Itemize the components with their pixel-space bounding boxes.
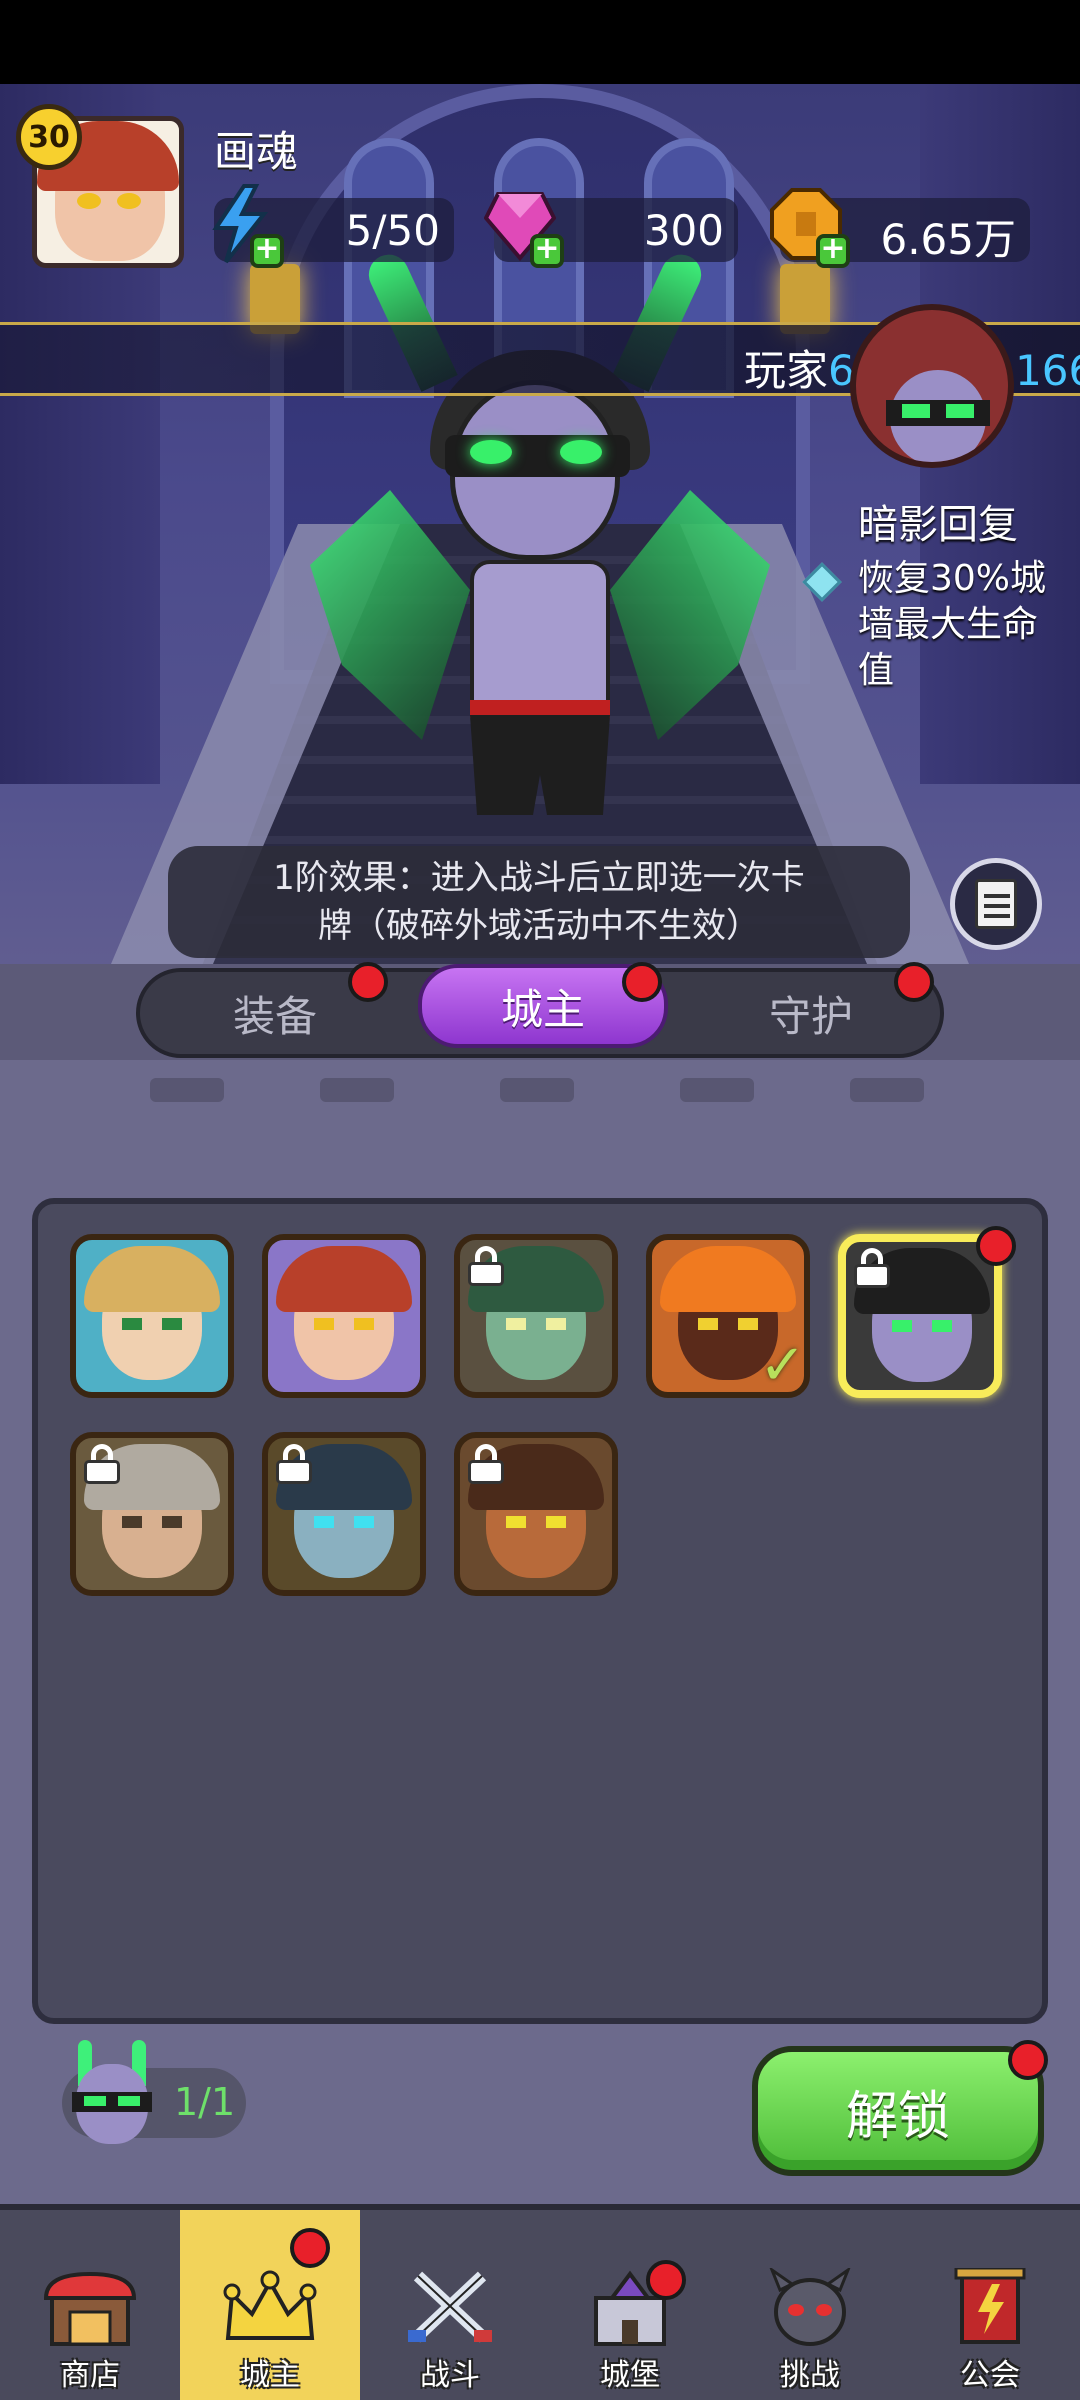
nav-lord-badge — [290, 2228, 330, 2268]
nav-castle[interactable]: 城堡 — [540, 2210, 720, 2400]
gold-value: 6.65万 — [880, 215, 1016, 264]
energy-counter[interactable]: + 5/50 — [212, 184, 454, 268]
crenel — [150, 1078, 224, 1102]
nav-label: 挑战 — [780, 2358, 840, 2393]
nav-guild[interactable]: 公会 — [900, 2210, 1080, 2400]
lock-icon — [468, 1246, 504, 1286]
status-bar — [0, 0, 1080, 84]
nav-label: 战斗 — [420, 2358, 480, 2393]
nav-shop[interactable]: 商店 — [0, 2210, 180, 2400]
player-name: 画魂 — [214, 127, 299, 176]
skill-eyes — [902, 404, 974, 418]
nav-label: 城堡 — [600, 2358, 660, 2393]
lord-hair — [84, 1246, 220, 1312]
lock-icon — [854, 1248, 890, 1288]
tier-effect-box: 1阶效果：进入战斗后立即选一次卡 牌（破碎外域活动中不生效） — [168, 846, 910, 958]
hero-pants — [470, 715, 610, 815]
hero-eye-right — [560, 440, 602, 464]
nav-castle-badge — [646, 2260, 686, 2300]
swords-icon — [408, 2271, 492, 2343]
checkmark-icon: ✓ — [759, 1333, 806, 1398]
skeleton-king-lord-card[interactable] — [262, 1432, 426, 1596]
banner-prefix: 玩家 — [744, 346, 829, 395]
lord-eyes — [698, 1318, 758, 1330]
effect-line-1: 1阶效果：进入战斗后立即选一次卡 — [273, 858, 805, 898]
demon-hunter-lord-card[interactable] — [838, 1234, 1002, 1398]
owned-count-text: 1/1 — [174, 2080, 236, 2124]
warglaive-right — [610, 490, 770, 740]
hero-eye-left — [470, 440, 512, 464]
scroll-icon[interactable] — [950, 858, 1042, 950]
blonde-elf-lord-card[interactable] — [70, 1234, 234, 1398]
scroll-paper — [975, 879, 1017, 929]
gem-value: 300 — [643, 206, 724, 255]
lord-hair — [276, 1246, 412, 1312]
add-gold-button[interactable]: + — [816, 234, 850, 268]
unlock-button[interactable]: 解锁 — [752, 2046, 1044, 2176]
guild-banner-icon — [954, 2268, 1026, 2344]
crenel — [500, 1078, 574, 1102]
lord-eyes — [892, 1320, 952, 1332]
lord-new-badge — [976, 1226, 1016, 1266]
warglaive-left — [310, 490, 470, 740]
green-hair-druid-lord-card[interactable] — [454, 1234, 618, 1398]
energy-value: 5/50 — [345, 206, 440, 255]
lord-badge — [622, 962, 662, 1002]
lord-eyes — [506, 1318, 566, 1330]
lord-hair — [660, 1246, 796, 1312]
lock-icon — [468, 1444, 504, 1484]
unlock-badge — [1008, 2040, 1048, 2080]
crenel — [850, 1078, 924, 1102]
gem-counter[interactable]: + 300 — [484, 192, 738, 268]
bottom-navigation: 商店 城主 战斗 城堡 挑战 公会 — [0, 2204, 1080, 2400]
guard-badge — [894, 962, 934, 1002]
nav-label: 公会 — [960, 2358, 1020, 2393]
lock-icon — [84, 1444, 120, 1484]
crown-icon — [223, 2270, 317, 2340]
lord-eyes — [122, 1318, 182, 1330]
hero-torso — [470, 560, 610, 720]
lock-icon — [276, 1444, 312, 1484]
tab-guard[interactable]: 守护 — [696, 972, 926, 1054]
add-gems-button[interactable]: + — [530, 234, 564, 268]
owned-lord-avatar — [62, 2040, 162, 2150]
nav-label: 商店 — [60, 2358, 120, 2393]
lord-eyes — [506, 1516, 566, 1528]
crenel — [320, 1078, 394, 1102]
old-paladin-lord-card[interactable] — [70, 1432, 234, 1596]
gold-counter[interactable]: + 6.65万 — [770, 188, 1030, 268]
effect-line-2: 牌（破碎外域活动中不生效） — [318, 906, 760, 946]
avatar-eye — [77, 193, 101, 209]
add-energy-button[interactable]: + — [250, 234, 284, 268]
shop-icon — [43, 2271, 137, 2346]
nav-lord[interactable]: 城主 — [180, 2210, 360, 2400]
level-badge: 30 — [16, 104, 82, 170]
category-tabs: 装备 城主 守护 — [136, 964, 944, 1058]
lord-eyes — [314, 1516, 374, 1528]
redhair-elf-lord-card[interactable] — [262, 1234, 426, 1398]
skill-title: 暗影回复 — [858, 502, 1018, 548]
lord-eyes — [122, 1516, 182, 1528]
avatar-eye — [117, 193, 141, 209]
skill-portrait[interactable] — [850, 304, 1014, 468]
eyes — [84, 2096, 140, 2106]
nav-label: 城主 — [240, 2358, 300, 2393]
skill-description: 恢复30%城墙最大生命值 — [858, 558, 1047, 691]
demon-mask-icon — [769, 2268, 851, 2346]
crenel — [680, 1078, 754, 1102]
orc-warrior-lord-card[interactable] — [454, 1432, 618, 1596]
fire-demon-lord-card[interactable]: ✓ — [646, 1234, 810, 1398]
nav-battle[interactable]: 战斗 — [360, 2210, 540, 2400]
equipment-badge — [348, 962, 388, 1002]
lord-eyes — [314, 1318, 374, 1330]
owned-count-pill: 1/1 — [62, 2040, 246, 2144]
nav-challenge[interactable]: 挑战 — [720, 2210, 900, 2400]
